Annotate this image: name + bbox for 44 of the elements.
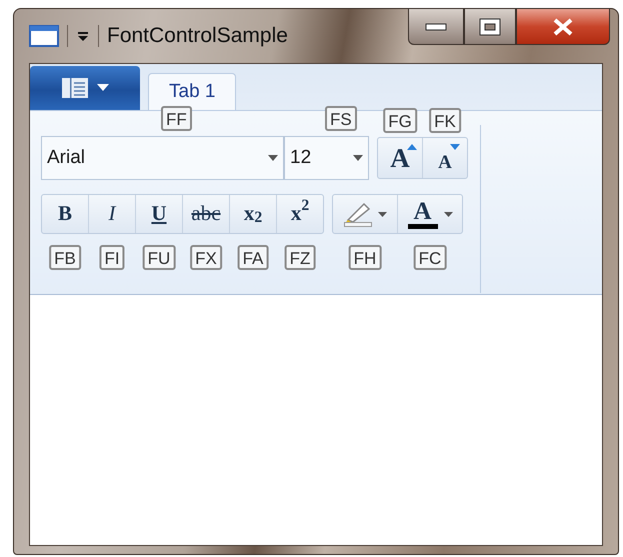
window-title: FontControlSample	[107, 23, 288, 50]
key-tip: FB	[49, 245, 81, 270]
close-button[interactable]	[516, 8, 610, 45]
ribbon-tab[interactable]: Tab 1	[148, 73, 236, 111]
key-tip: FA	[238, 245, 268, 270]
window-app-icon	[29, 25, 59, 47]
key-tip: FF	[161, 106, 192, 131]
key-tip: FI	[99, 245, 125, 270]
bold-button[interactable]: B	[42, 195, 88, 233]
document-icon	[61, 77, 89, 99]
key-tip: FS	[325, 106, 357, 131]
dropdown-arrow-icon	[378, 212, 386, 216]
shrink-font-button[interactable]: A	[423, 138, 467, 178]
strikethrough-button[interactable]: abc	[183, 195, 229, 233]
minimize-button[interactable]	[408, 8, 464, 45]
dropdown-arrow-icon	[97, 84, 109, 92]
maximize-icon	[479, 18, 501, 36]
down-arrow-icon	[450, 144, 460, 150]
maximize-button[interactable]	[464, 8, 516, 45]
dropdown-arrow-icon	[353, 155, 363, 161]
dropdown-arrow-icon	[268, 155, 278, 161]
key-tip: FX	[190, 245, 222, 270]
key-tip: FU	[142, 245, 176, 270]
font-size-value: 12	[290, 146, 312, 170]
italic-button[interactable]: I	[89, 195, 135, 233]
superscript-button[interactable]: x$^{2}$	[277, 195, 323, 233]
key-tip: FG	[383, 108, 417, 133]
underline-button[interactable]: U	[136, 195, 182, 233]
key-tip: FC	[414, 245, 446, 270]
application-menu-button[interactable]	[30, 66, 140, 110]
subscript-button[interactable]: x$_{2}$	[230, 195, 276, 233]
key-tip: FH	[348, 245, 382, 270]
customize-dropdown-icon[interactable]	[76, 29, 90, 43]
dropdown-arrow-icon	[444, 212, 452, 216]
minimize-icon	[425, 22, 447, 30]
key-tip: FZ	[284, 245, 316, 270]
close-icon	[552, 18, 574, 36]
up-arrow-icon	[407, 144, 417, 150]
grow-font-button[interactable]: A	[378, 138, 422, 178]
font-family-value: Arial	[47, 146, 86, 170]
pencil-icon	[344, 202, 372, 222]
font-family-combo[interactable]: Arial	[41, 136, 284, 180]
key-tip: FK	[429, 108, 461, 133]
font-size-combo[interactable]: 12	[284, 136, 369, 180]
